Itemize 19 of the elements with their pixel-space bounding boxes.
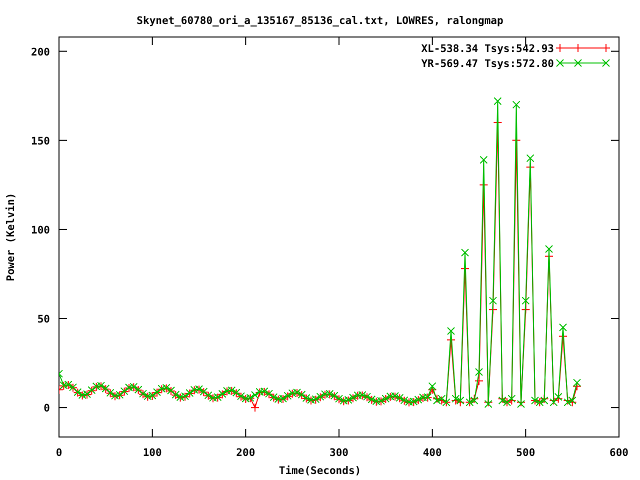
tick-label: 50 [37, 314, 50, 326]
legend-line-sample [556, 44, 610, 52]
tick-label: 100 [31, 224, 50, 236]
tick-label: 150 [31, 135, 50, 148]
axis-title: Power (Kelvin) [5, 192, 17, 282]
tick-label: 200 [236, 447, 256, 459]
tick-label: 300 [330, 447, 348, 459]
tick-label: 500 [516, 447, 536, 459]
tick-label: 0 [56, 447, 62, 459]
legend-label: YR-569.47 Tsys:572.80 [421, 58, 554, 70]
tick-label: 0 [44, 402, 50, 415]
legend-label: XL-538.34 Tsys:542.93 [421, 43, 554, 55]
chart-title: Skynet_60780_ori_a_135167_85136_cal.txt, LOWRES, ralongmap [136, 15, 504, 27]
tick-label: 100 [142, 447, 162, 459]
tick-label: 400 [422, 447, 442, 459]
axis-title: Time(Seconds) [278, 465, 362, 477]
legend-line-sample [556, 59, 610, 67]
tick-label: 200 [31, 46, 50, 58]
tick-label: 600 [610, 447, 628, 459]
